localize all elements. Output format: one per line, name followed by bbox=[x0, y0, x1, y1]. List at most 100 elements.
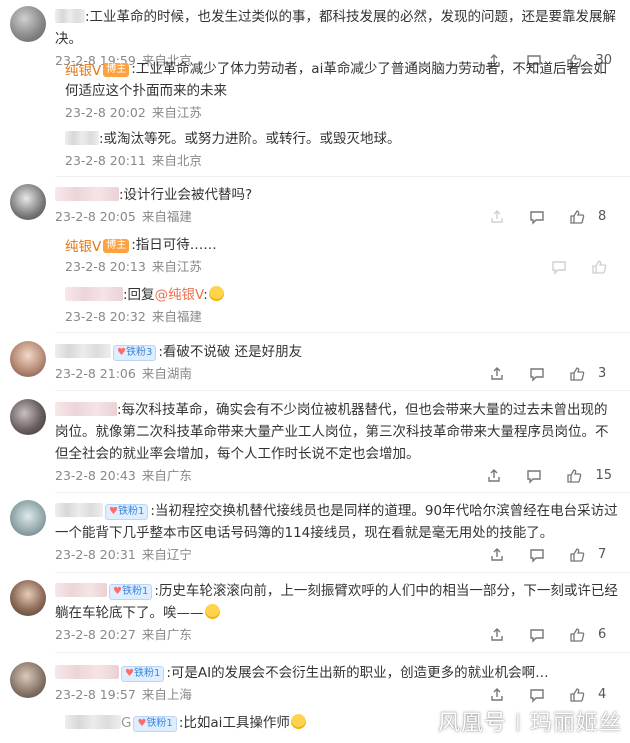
divider bbox=[55, 390, 630, 391]
comment-location: 来自湖南 bbox=[141, 366, 192, 381]
username[interactable] bbox=[55, 187, 119, 201]
divider bbox=[55, 492, 630, 493]
comment-actions: 15 bbox=[473, 467, 618, 485]
username[interactable] bbox=[55, 344, 111, 358]
comment-actions: 3 bbox=[476, 365, 618, 383]
share-icon[interactable] bbox=[484, 365, 510, 383]
like-icon[interactable] bbox=[586, 258, 612, 276]
fan-badge: ♥铁粉1 bbox=[133, 716, 177, 732]
like-count: 7 bbox=[598, 547, 607, 562]
avatar[interactable] bbox=[10, 399, 46, 435]
comment-5: ♥铁粉1:当初程控交换机替代接线员也是同样的道理。90年代哈尔滨曾经在电台采访过… bbox=[55, 500, 618, 564]
comment-actions: 8 bbox=[476, 208, 618, 226]
username[interactable] bbox=[55, 665, 119, 679]
share-icon[interactable] bbox=[481, 467, 507, 485]
watermark-brand: 风凰号 bbox=[437, 711, 507, 736]
blogger-badge: 博主 bbox=[103, 239, 130, 253]
comment-icon[interactable] bbox=[524, 686, 550, 704]
username[interactable]: 纯银V bbox=[65, 60, 101, 79]
fan-badge: ♥铁粉1 bbox=[109, 584, 153, 600]
comment-icon[interactable] bbox=[524, 626, 550, 644]
reply-location: 来自江苏 bbox=[151, 105, 202, 120]
share-icon[interactable] bbox=[484, 686, 510, 704]
like-count: 3 bbox=[598, 366, 607, 381]
reply-date: 23-2-8 20:32 bbox=[65, 309, 146, 324]
username[interactable] bbox=[65, 287, 123, 301]
avatar[interactable] bbox=[10, 500, 46, 536]
comment-icon[interactable] bbox=[524, 546, 550, 564]
comment-date: 23-2-8 20:31 bbox=[55, 547, 136, 562]
reply-location: 来自北京 bbox=[151, 153, 202, 168]
comment-text: :看破不说破 还是好朋友 bbox=[158, 344, 303, 360]
reply-text: :或淘汰等死。或努力进阶。或转行。或毁灭地球。 bbox=[99, 131, 401, 147]
avatar[interactable] bbox=[10, 341, 46, 377]
mention-link[interactable]: @纯银V bbox=[155, 287, 204, 303]
watermark-author: 玛丽姬丝 bbox=[529, 711, 622, 736]
comment-2: :设计行业会被代替吗? 23-2-8 20:05 来自福建 8 bbox=[55, 184, 618, 226]
like-icon[interactable] bbox=[564, 686, 590, 704]
like-icon[interactable] bbox=[564, 365, 590, 383]
fan-badge: ♥铁粉1 bbox=[105, 504, 149, 520]
like-icon[interactable] bbox=[564, 546, 590, 564]
reply-location: 来自福建 bbox=[151, 309, 202, 324]
divider bbox=[55, 572, 630, 573]
comment-icon[interactable] bbox=[524, 208, 550, 226]
reply-text: :工业革命减少了体力劳动者，ai革命减少了普通岗脑力劳动者，不知道后者会如何适应… bbox=[65, 61, 607, 99]
cat-emoji-icon bbox=[290, 714, 306, 729]
comment-location: 来自福建 bbox=[141, 209, 192, 224]
like-count: 6 bbox=[598, 627, 607, 642]
watermark: 风凰号 | 玛丽姬丝 bbox=[438, 705, 622, 737]
comment-actions: 6 bbox=[476, 626, 618, 644]
comment-location: 来自辽宁 bbox=[141, 547, 192, 562]
fan-badge: ♥铁粉1 bbox=[121, 666, 165, 682]
avatar[interactable] bbox=[10, 6, 46, 42]
comment-3: ♥铁粉3:看破不说破 还是好朋友 23-2-8 21:06 来自湖南 3 bbox=[55, 341, 618, 383]
sweat-emoji-icon bbox=[204, 604, 220, 619]
reply: 纯银V 博主:工业革命减少了体力劳动者，ai革命减少了普通岗脑力劳动者，不知道后者… bbox=[65, 58, 618, 122]
comment-location: 来自上海 bbox=[141, 687, 192, 702]
reply-actions bbox=[538, 258, 618, 276]
reply-date: 23-2-8 20:02 bbox=[65, 105, 146, 120]
share-icon[interactable] bbox=[484, 626, 510, 644]
avatar[interactable] bbox=[10, 580, 46, 616]
reply-text: :回复 bbox=[123, 287, 155, 303]
like-count: 15 bbox=[595, 468, 612, 483]
divider bbox=[55, 332, 630, 333]
comment-icon[interactable] bbox=[546, 258, 572, 276]
username[interactable]: 纯银V bbox=[65, 236, 101, 255]
username[interactable] bbox=[55, 402, 117, 416]
like-icon[interactable] bbox=[564, 208, 590, 226]
divider bbox=[55, 652, 630, 653]
comment-icon[interactable] bbox=[521, 467, 547, 485]
comment-icon[interactable] bbox=[524, 365, 550, 383]
comment-date: 23-2-8 20:27 bbox=[55, 627, 136, 642]
like-count: 8 bbox=[598, 209, 607, 224]
crying-emoji-icon bbox=[208, 286, 224, 301]
username[interactable] bbox=[55, 583, 107, 597]
username[interactable] bbox=[65, 715, 121, 729]
fan-badge: ♥铁粉3 bbox=[113, 345, 157, 361]
reply-location: 来自江苏 bbox=[151, 259, 202, 274]
comment-text: :每次科技革命，确实会有不少岗位被机器替代，但也会带来大量的过去未曾出现的岗位。… bbox=[55, 402, 609, 462]
comment-date: 23-2-8 20:43 bbox=[55, 468, 136, 483]
username[interactable] bbox=[65, 131, 99, 145]
share-icon[interactable] bbox=[484, 208, 510, 226]
avatar[interactable] bbox=[10, 184, 46, 220]
comment-4: :每次科技革命，确实会有不少岗位被机器替代，但也会带来大量的过去未曾出现的岗位。… bbox=[55, 399, 618, 485]
comment-date: 23-2-8 21:06 bbox=[55, 366, 136, 381]
comment-actions: 4 bbox=[476, 686, 618, 704]
comment-date: 23-2-8 19:57 bbox=[55, 687, 136, 702]
blogger-badge: 博主 bbox=[103, 63, 130, 77]
like-icon[interactable] bbox=[564, 626, 590, 644]
avatar[interactable] bbox=[10, 662, 46, 698]
comment-text: :设计行业会被代替吗? bbox=[119, 187, 253, 203]
share-icon[interactable] bbox=[484, 546, 510, 564]
comment-location: 来自广东 bbox=[141, 468, 192, 483]
reply-date: 23-2-8 20:13 bbox=[65, 259, 146, 274]
like-count: 4 bbox=[598, 687, 607, 702]
username[interactable] bbox=[55, 9, 85, 23]
like-icon[interactable] bbox=[561, 467, 587, 485]
reply-text: :指日可待…… bbox=[131, 237, 217, 253]
reply-text: :比如ai工具操作师 bbox=[178, 715, 290, 731]
username[interactable] bbox=[55, 503, 103, 517]
